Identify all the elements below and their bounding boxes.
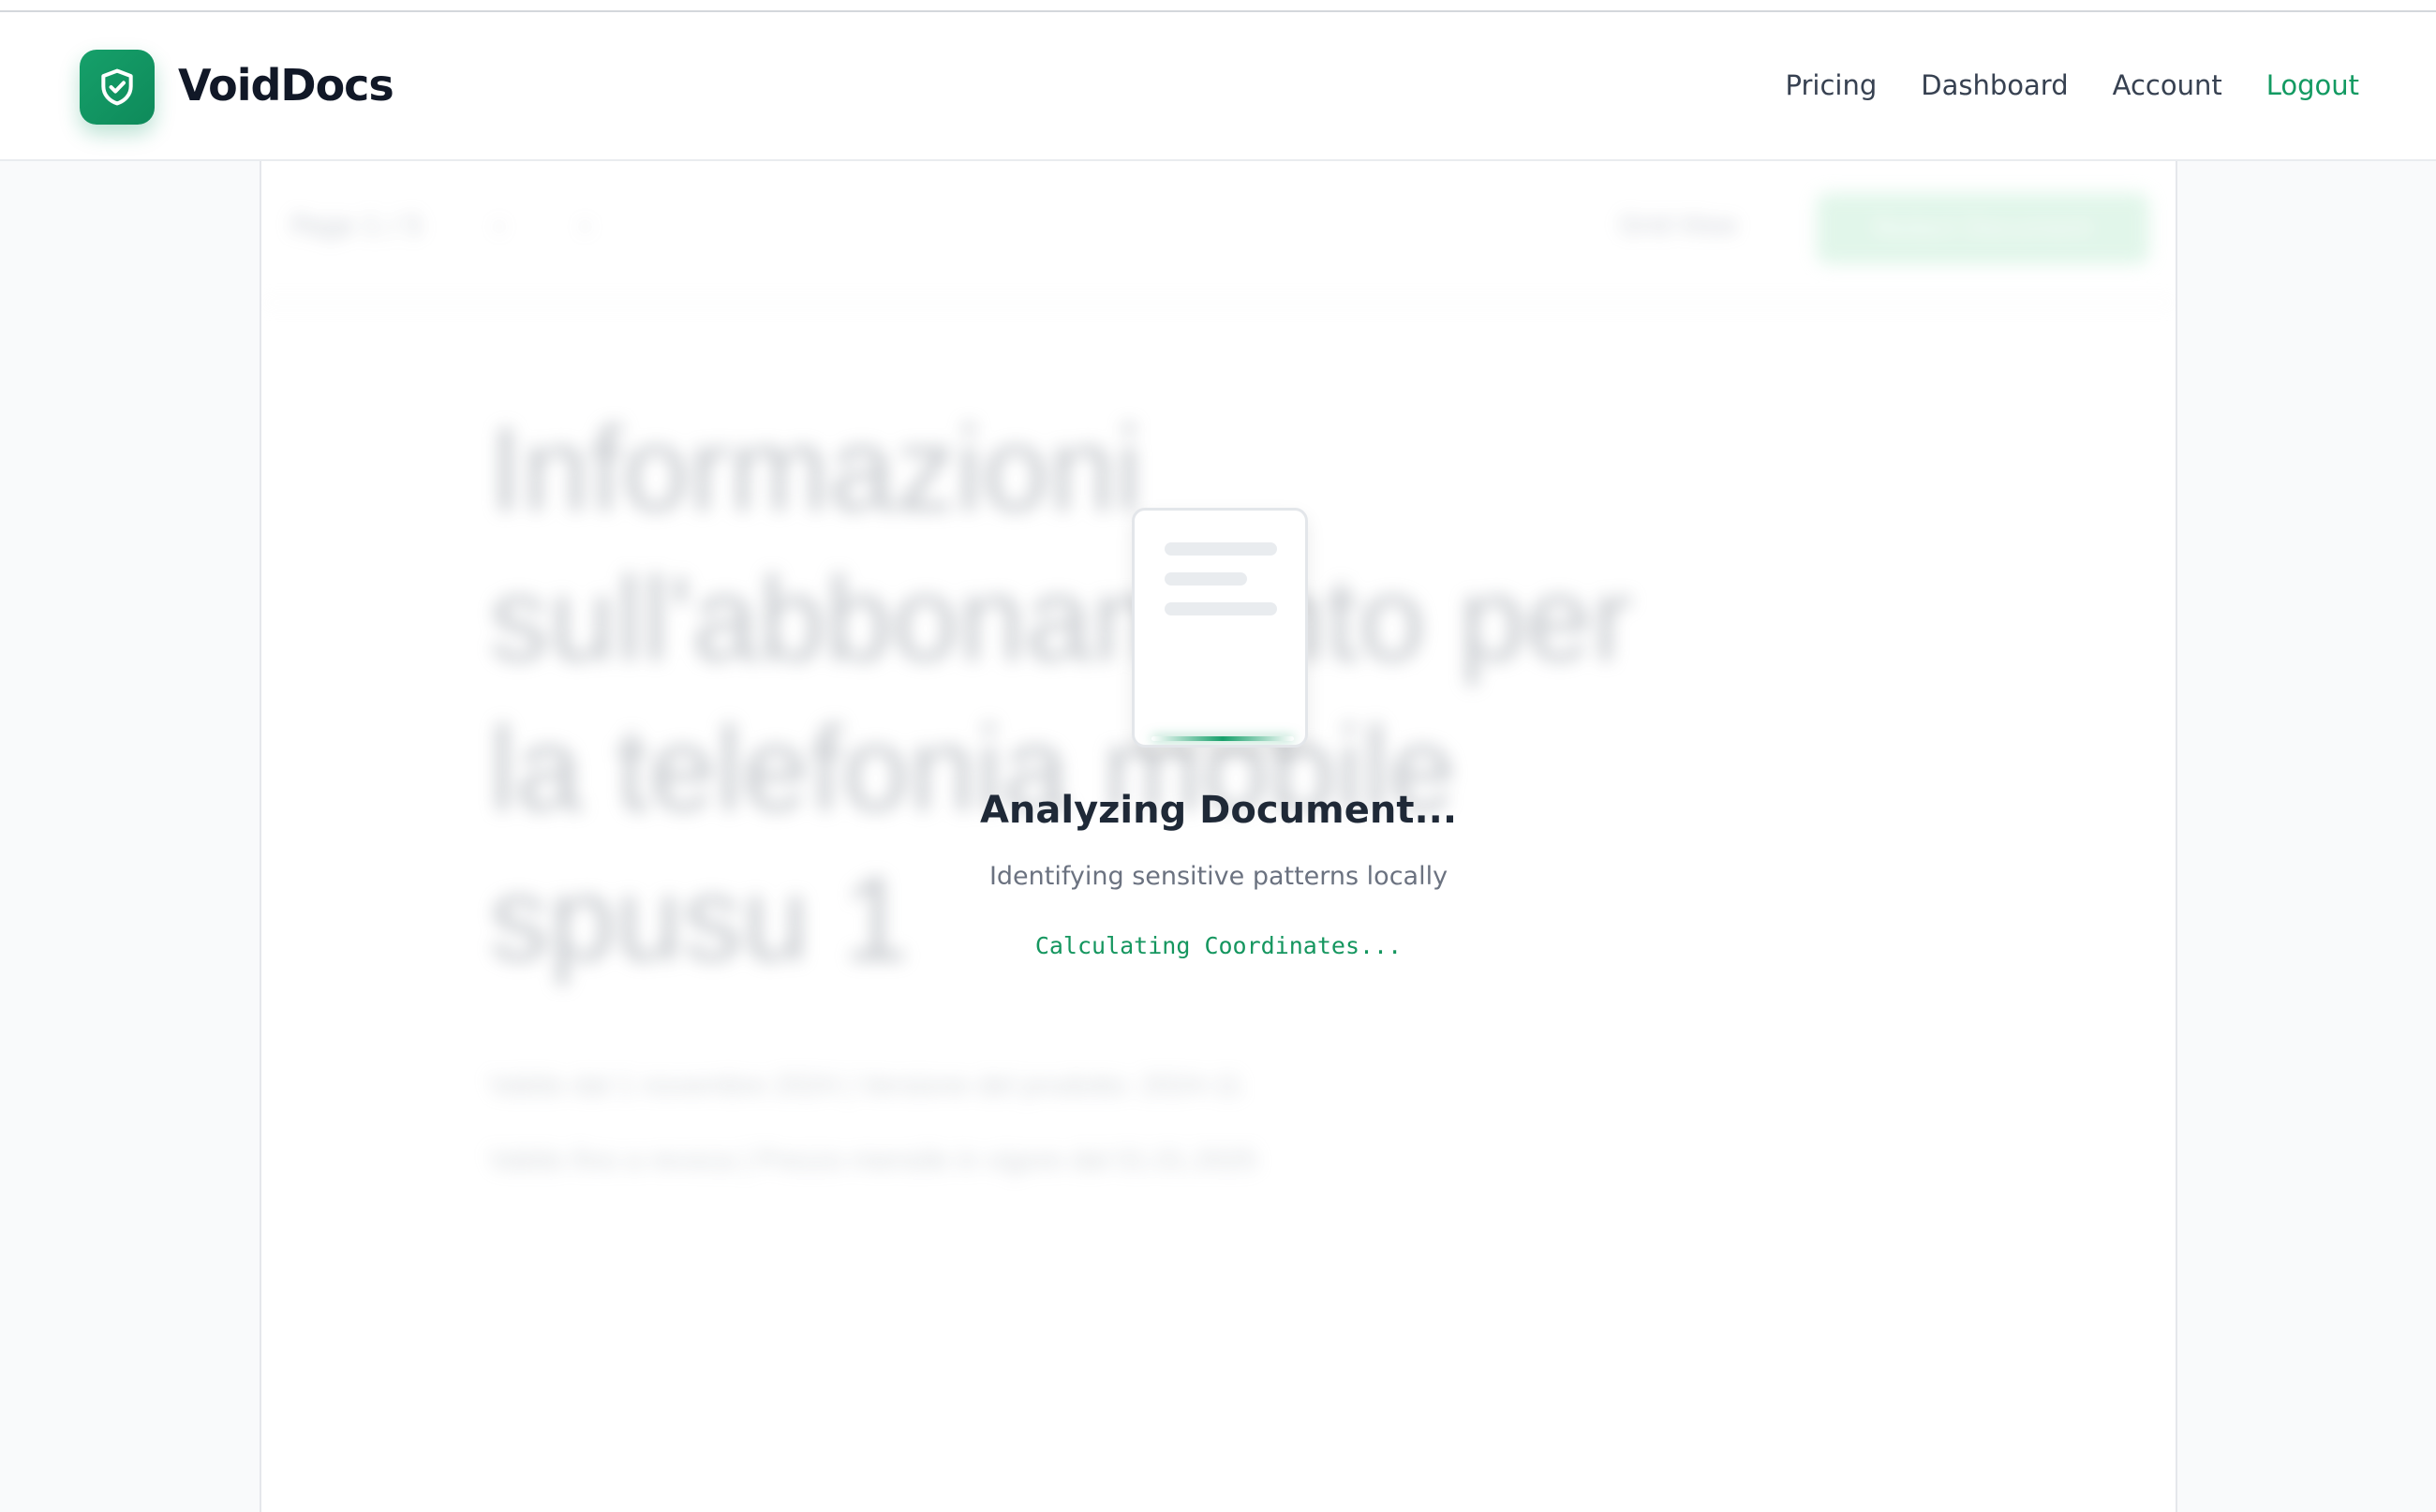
- browser-top-strip: [0, 0, 2436, 12]
- nav-account-link[interactable]: Account: [2113, 67, 2222, 104]
- scan-line: [1151, 736, 1294, 741]
- main-nav: Pricing Dashboard Account Logout: [1786, 67, 2359, 104]
- nav-dashboard-link[interactable]: Dashboard: [1921, 67, 2068, 104]
- shield-check-icon: [101, 68, 133, 106]
- brand-name[interactable]: VoidDocs: [178, 57, 394, 113]
- nav-pricing-link[interactable]: Pricing: [1786, 67, 1878, 104]
- document-line-placeholder: [1165, 572, 1247, 586]
- status-title: Analyzing Document...: [979, 789, 1458, 832]
- document-line-placeholder: [1165, 542, 1277, 556]
- site-header: VoidDocs Pricing Dashboard Account Logou…: [0, 12, 2436, 161]
- logo[interactable]: [80, 50, 155, 125]
- document-scan-icon: [1132, 508, 1308, 748]
- status-subtitle: Identifying sensitive patterns locally: [988, 862, 1448, 891]
- document-viewer: Page 1 / 5 ‹ › Grid View Redact Document…: [260, 161, 2177, 1512]
- logout-link[interactable]: Logout: [2266, 67, 2359, 104]
- document-line-placeholder: [1165, 602, 1277, 615]
- analysis-overlay: Analyzing Document... Identifying sensit…: [261, 161, 2176, 1512]
- status-step: Calculating Coordinates...: [1034, 932, 1403, 959]
